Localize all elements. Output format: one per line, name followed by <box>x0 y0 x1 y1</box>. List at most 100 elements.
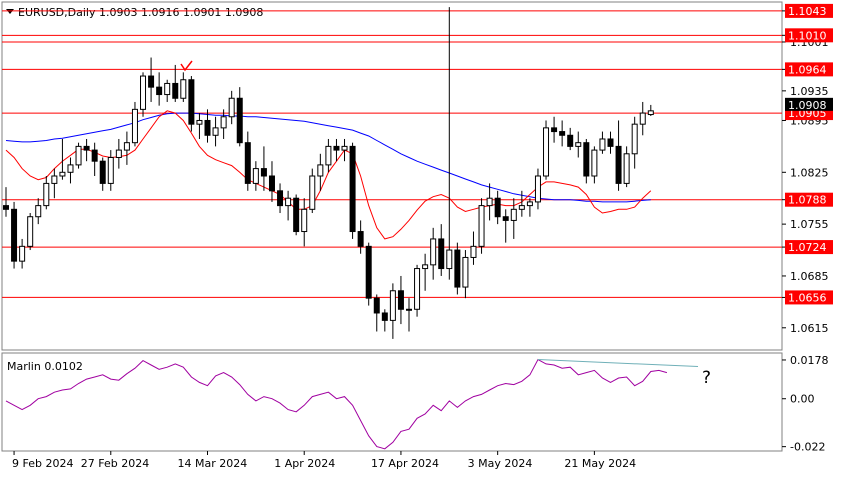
candle-body <box>220 116 227 129</box>
candle-body <box>365 245 372 299</box>
level-label-text: 1.0788 <box>788 194 827 207</box>
level-label-text: 1.1010 <box>788 29 827 42</box>
candle-body <box>309 175 316 210</box>
candle-body <box>486 197 493 207</box>
candle-body <box>67 164 74 173</box>
time-tick-label: 21 May 2024 <box>564 457 636 470</box>
oscillator-tick-label: -0.022 <box>790 441 825 454</box>
candle-body <box>349 145 356 233</box>
candle-body <box>180 79 187 99</box>
candle-body <box>212 127 219 136</box>
level-label-text: 1.0656 <box>788 291 827 304</box>
candle-body <box>268 175 275 192</box>
candle-body <box>148 75 155 88</box>
candle-body <box>454 249 461 288</box>
candlestick <box>478 198 485 254</box>
price-tick-label: 1.0685 <box>790 270 829 283</box>
candle-body <box>131 108 138 144</box>
time-tick-label: 14 Mar 2024 <box>178 457 248 470</box>
candle-body <box>543 127 550 177</box>
candle-body <box>236 97 243 144</box>
candle-body <box>107 156 114 184</box>
candle-body <box>325 145 332 166</box>
candle-body <box>196 119 203 125</box>
candle-body <box>397 290 404 310</box>
divergence-question-mark: ? <box>702 368 711 388</box>
candlestick <box>365 242 372 306</box>
candle-body <box>3 205 9 210</box>
candle-body <box>510 208 517 221</box>
candlestick <box>543 120 550 180</box>
candle-body <box>285 197 292 207</box>
candle-body <box>599 138 606 151</box>
candlestick <box>414 264 421 317</box>
candlestick <box>293 194 300 236</box>
candle-body <box>389 290 396 321</box>
level-label-text: 1.1043 <box>788 5 827 18</box>
candle-body <box>252 168 259 184</box>
level-label-text: 1.0724 <box>788 241 827 254</box>
candlestick <box>349 142 356 239</box>
candle-body <box>526 201 533 207</box>
candle-body <box>647 110 654 116</box>
candle-body <box>27 216 34 247</box>
oscillator-tick-label: 0.0178 <box>790 354 829 367</box>
candle-body <box>317 164 324 177</box>
candle-body <box>534 175 541 203</box>
candle-body <box>607 138 614 147</box>
candle-body <box>341 145 348 151</box>
time-tick-label: 9 Feb 2024 <box>12 457 73 470</box>
candle-body <box>115 149 122 158</box>
candle-body <box>575 142 582 147</box>
level-label-text: 1.0964 <box>788 63 827 76</box>
candle-body <box>83 145 90 151</box>
candle-body <box>99 160 106 184</box>
candle-body <box>333 145 340 151</box>
candle-body <box>156 86 163 96</box>
candle-body <box>518 205 525 210</box>
candle-body <box>75 145 82 166</box>
candle-body <box>277 190 284 207</box>
candle-body <box>293 197 300 233</box>
time-tick-label: 27 Feb 2024 <box>81 457 149 470</box>
oscillator-title: Marlin 0.0102 <box>7 360 83 373</box>
time-tick-label: 1 Apr 2024 <box>274 457 335 470</box>
candle-body <box>301 208 308 233</box>
candle-body <box>494 197 501 218</box>
candle-body <box>559 131 566 136</box>
candle-body <box>583 142 590 177</box>
candle-body <box>631 123 638 155</box>
price-tick-label: 1.0825 <box>790 166 829 179</box>
candle-body <box>623 153 630 184</box>
main-chart-title-text: EURUSD,Daily 1.0903 1.0916 1.0901 1.0908 <box>18 6 263 19</box>
candle-body <box>11 208 18 262</box>
candle-body <box>19 245 26 262</box>
current-price-text: 1.0908 <box>788 99 827 112</box>
candle-body <box>188 79 195 125</box>
candle-body <box>462 256 469 288</box>
chart-canvas: EURUSD,Daily 1.0903 1.0916 1.0901 1.0908… <box>0 0 841 475</box>
candle-body <box>357 231 364 247</box>
candle-body <box>381 312 388 321</box>
time-tick-label: 17 Apr 2024 <box>371 457 439 470</box>
candle-body <box>244 142 251 184</box>
candle-body <box>35 205 42 218</box>
candle-body <box>438 238 445 270</box>
candle-body <box>373 297 380 314</box>
candlestick <box>11 201 18 269</box>
candle-body <box>172 82 179 99</box>
candle-body <box>414 268 421 310</box>
main-chart-title: EURUSD,Daily 1.0903 1.0916 1.0901 1.0908 <box>6 6 263 19</box>
oscillator-title-text: Marlin 0.0102 <box>7 360 83 373</box>
candle-body <box>591 149 598 177</box>
oscillator-tick-label: 0.00 <box>790 393 815 406</box>
candle-body <box>228 97 235 118</box>
candle-body <box>406 308 412 311</box>
candle-body <box>567 134 574 147</box>
price-tick-label: 1.0615 <box>790 322 829 335</box>
candle-body <box>43 182 50 207</box>
candle-body <box>639 112 646 125</box>
candle-body <box>478 205 485 247</box>
candle-body <box>615 145 622 184</box>
time-tick-label: 3 May 2024 <box>468 457 533 470</box>
